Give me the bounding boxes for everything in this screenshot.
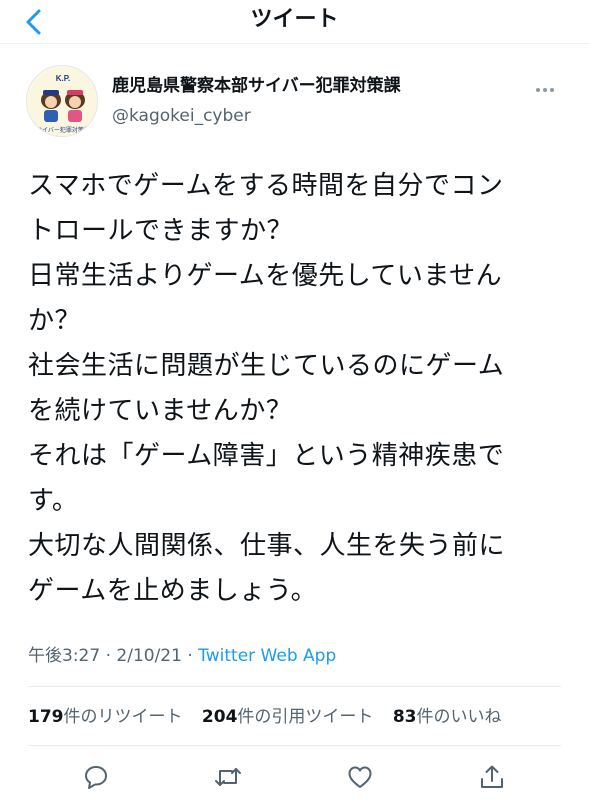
tweet-line: か？: [28, 306, 82, 336]
more-dots-icon: [536, 88, 540, 92]
like-label: 件のいいね: [416, 707, 502, 727]
tweet-line: スマホでゲームをする時間を自分でコン: [28, 171, 504, 201]
tweet-time[interactable]: 午後3:27: [28, 646, 100, 666]
svg-text:サイバー犯罪対策課: サイバー犯罪対策課: [36, 126, 90, 134]
mascot-logo: K.P. サイバー犯罪対策課: [28, 67, 97, 136]
retweet-count: 179: [28, 707, 64, 727]
like-button[interactable]: [342, 760, 378, 794]
tweet-date[interactable]: 2/10/21: [116, 646, 182, 666]
svg-text:K.P.: K.P.: [56, 74, 71, 83]
divider: [28, 686, 561, 687]
reply-icon: [85, 766, 107, 789]
meta-separator: ·: [181, 646, 199, 666]
tweet-meta: 午後3:27 · 2/10/21 · Twitter Web App: [28, 644, 336, 668]
tweet-author: K.P. サイバー犯罪対策課 鹿児島県警察本部サイバー犯罪対策課 @kagoke…: [0, 56, 589, 146]
tweet-line: を続けていませんか？: [28, 396, 293, 426]
quote-label: 件の引用ツイート: [237, 707, 374, 727]
meta-separator: ·: [100, 646, 117, 666]
display-name[interactable]: 鹿児島県警察本部サイバー犯罪対策課: [112, 74, 401, 98]
share-button[interactable]: [474, 760, 510, 794]
tweet-line: す。: [28, 486, 79, 516]
share-icon: [481, 765, 503, 788]
tweet-line: それは「ゲーム障害」という精神疾患で: [28, 441, 505, 471]
retweets-stat[interactable]: 179件のリツイート: [28, 705, 183, 729]
avatar[interactable]: K.P. サイバー犯罪対策課: [26, 65, 98, 137]
tweet-line: 日常生活よりゲームを優先していません: [28, 261, 503, 291]
tweet-text: スマホでゲームをする時間を自分でコン トロールできますか？ 日常生活よりゲームを…: [28, 164, 568, 614]
tweet-line: トロールできますか？: [28, 216, 294, 246]
more-options-button[interactable]: [530, 80, 560, 100]
tweet-line: 大切な人間関係、仕事、人生を失う前に: [28, 531, 506, 561]
reply-button[interactable]: [78, 760, 114, 794]
tweet-source[interactable]: Twitter Web App: [198, 646, 336, 666]
heart-icon: [348, 766, 372, 788]
divider: [28, 745, 561, 746]
tweet-actions: [0, 758, 589, 796]
page-title: ツイート: [250, 7, 339, 32]
retweet-button[interactable]: [210, 760, 246, 794]
quote-tweets-stat[interactable]: 204件の引用ツイート: [202, 705, 374, 729]
tweet-stats: 179件のリツイート 204件の引用ツイート 83件のいいね: [28, 705, 515, 729]
likes-stat[interactable]: 83件のいいね: [393, 705, 502, 729]
retweet-icon: [215, 768, 241, 786]
top-bar: ツイート: [0, 0, 589, 44]
like-count: 83: [392, 707, 417, 727]
quote-count: 204: [201, 707, 238, 727]
retweet-label: 件のリツイート: [63, 707, 183, 727]
tweet-line: ゲームを止めましょう。: [28, 576, 318, 606]
tweet-line: 社会生活に問題が生じているのにゲーム: [28, 351, 505, 381]
user-handle[interactable]: @kagokei_cyber: [112, 104, 251, 128]
